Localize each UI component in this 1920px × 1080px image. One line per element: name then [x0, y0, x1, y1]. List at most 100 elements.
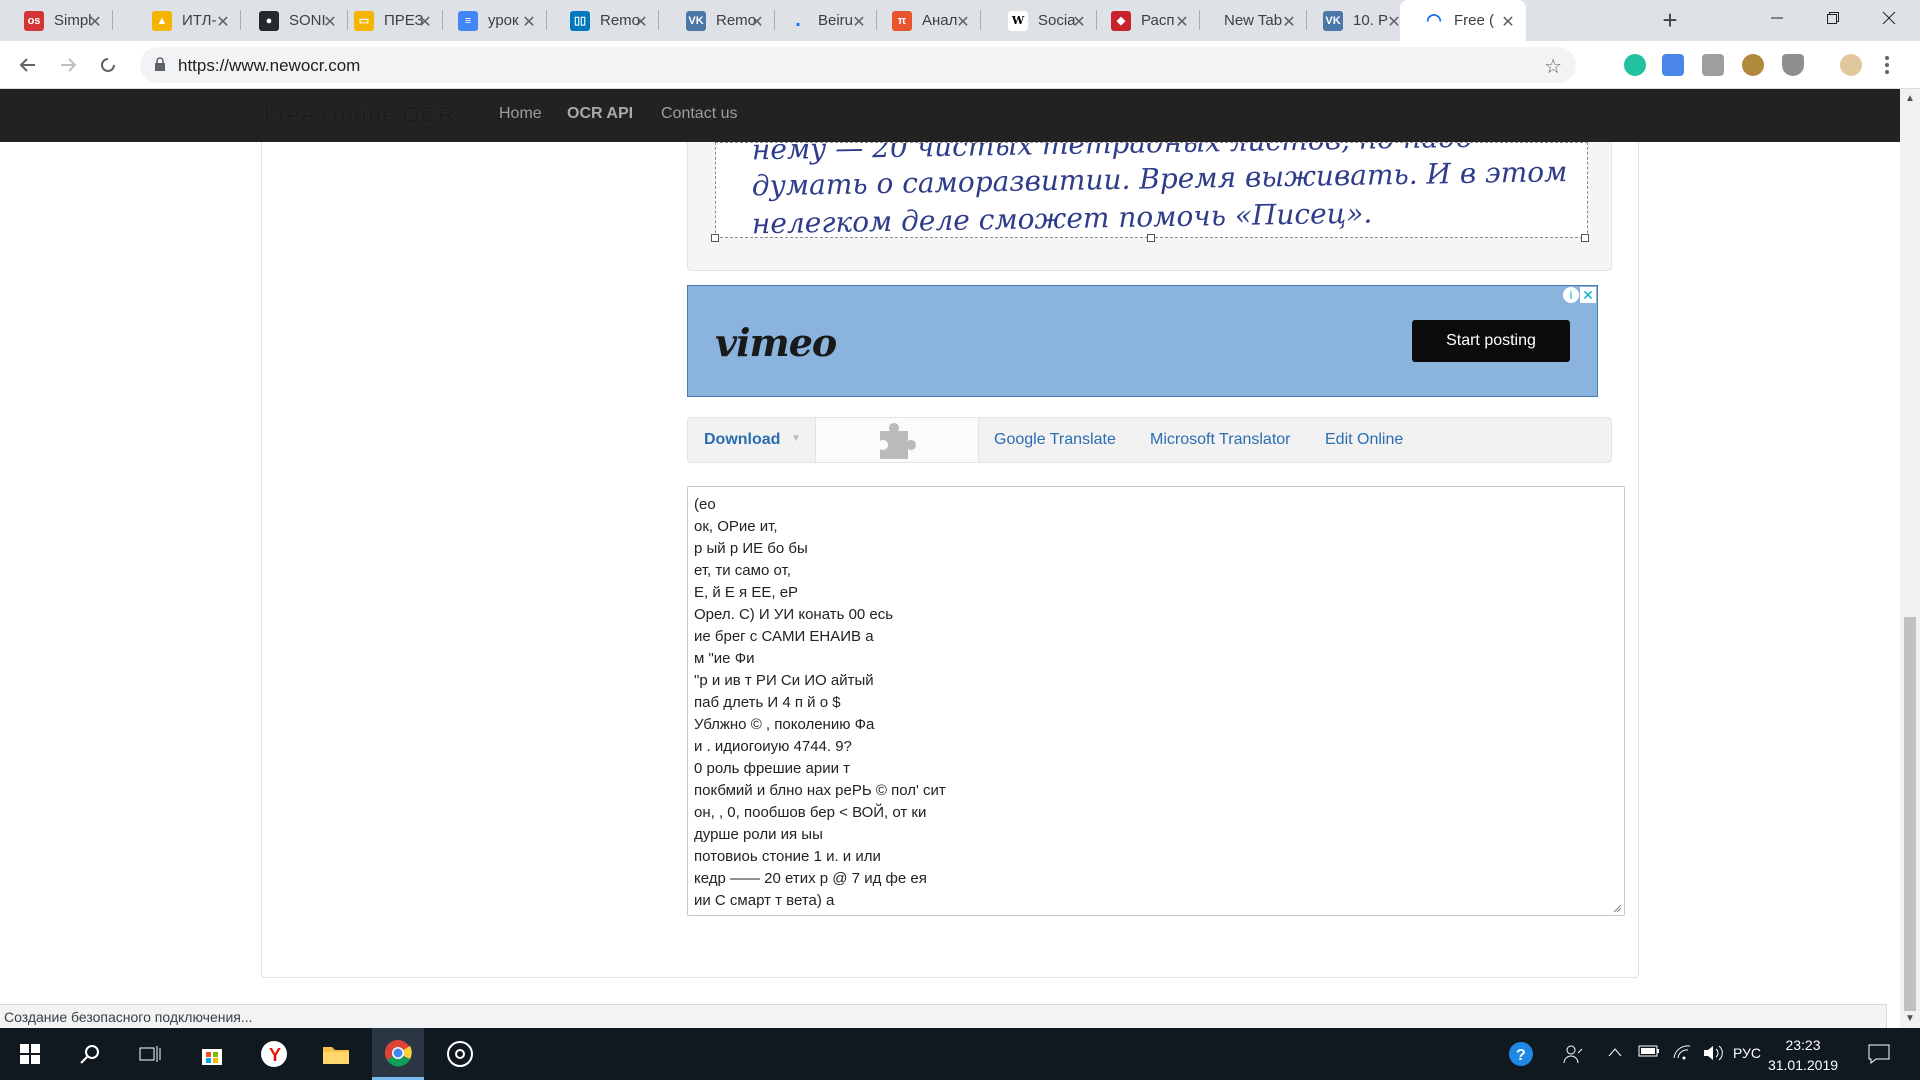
browser-tab[interactable]: ▲ ИТЛ- ✕ — [128, 0, 241, 41]
browser-tab[interactable]: New Tab ✕ — [1194, 0, 1307, 41]
browser-tab[interactable]: ≡ урок ✕ — [434, 0, 547, 41]
tab-close-icon[interactable]: ✕ — [521, 12, 537, 32]
site-brand[interactable]: Free Online OCR — [263, 102, 455, 130]
result-line: кедр —— 20 етих р @ 7 ид фе ея — [694, 870, 927, 887]
scrollbar-thumb[interactable] — [1904, 617, 1916, 1011]
taskbar-clock[interactable]: 23:23 31.01.2019 — [1758, 1035, 1848, 1075]
tab-close-icon[interactable]: ✕ — [851, 12, 867, 32]
red-app-icon: ◆ — [1111, 10, 1131, 31]
browser-tab[interactable]: ▯▯ Remo ✕ — [546, 0, 659, 41]
start-button[interactable] — [4, 1028, 56, 1080]
puzzle-piece-icon — [880, 423, 916, 459]
browser-tab[interactable]: VK Remo ✕ — [662, 0, 775, 41]
lock-icon — [155, 57, 165, 71]
result-line: покбмий и блно нах реРЬ © пол' сит — [694, 782, 946, 799]
tab-close-icon[interactable]: ✕ — [215, 12, 231, 32]
nav-ocr-api-link[interactable]: OCR API — [567, 105, 633, 123]
shield-extension-icon[interactable] — [1782, 54, 1804, 76]
svg-text:Y: Y — [269, 1045, 281, 1065]
menu-dots-icon[interactable] — [1884, 54, 1890, 76]
start-posting-button[interactable]: Start posting — [1412, 320, 1570, 362]
site-navbar: Free Online OCR Home OCR API Contact us — [0, 89, 1900, 142]
back-button[interactable] — [14, 51, 42, 79]
result-text-lines: (ео ок, ОРие ит, р ый р ИЕ бо бы ет, ти сам… — [694, 494, 1618, 912]
crop-handle[interactable] — [711, 234, 719, 242]
url-text[interactable]: https://www.newocr.com — [178, 56, 360, 76]
crop-handle[interactable] — [1147, 234, 1155, 242]
media-app[interactable] — [434, 1028, 486, 1080]
download-button[interactable]: Download — [704, 431, 780, 449]
microsoft-translator-link[interactable]: Microsoft Translator — [1150, 431, 1290, 449]
nav-home-link[interactable]: Home — [499, 105, 542, 123]
crop-selection-box[interactable]: нему — 20 чистых тетрадных листов, но на… — [715, 142, 1588, 238]
google-docs-icon: ≡ — [458, 10, 478, 31]
tab-close-icon[interactable]: ✕ — [633, 12, 649, 32]
tab-close-icon[interactable]: ✕ — [1500, 12, 1516, 32]
ad-close-icon[interactable]: ✕ — [1580, 287, 1596, 303]
input-language[interactable]: РУС — [1733, 1045, 1761, 1061]
tab-close-icon[interactable]: ✕ — [955, 12, 971, 32]
stop-loading-button[interactable] — [94, 51, 122, 79]
profile-avatar[interactable] — [1840, 54, 1862, 76]
scroll-up-icon[interactable]: ▲ — [1905, 93, 1915, 104]
yandex-browser-app[interactable]: Y — [248, 1028, 300, 1080]
volume-icon[interactable] — [1702, 1044, 1724, 1067]
tab-close-icon[interactable]: ✕ — [1174, 12, 1190, 32]
store-app[interactable] — [186, 1028, 238, 1080]
nav-contact-link[interactable]: Contact us — [661, 105, 737, 123]
resize-grip-icon[interactable] — [1612, 903, 1622, 913]
result-line: (ео — [694, 496, 716, 513]
edit-online-link[interactable]: Edit Online — [1325, 431, 1403, 449]
clock-time: 23:23 — [1785, 1037, 1821, 1053]
tab-close-icon[interactable]: ✕ — [749, 12, 765, 32]
browser-tab[interactable]: π Анал ✕ — [868, 0, 981, 41]
plugin-placeholder — [815, 418, 979, 462]
result-line: ие брег с САМИ ЕНАИВ а — [694, 628, 874, 645]
translate-extension-icon[interactable] — [1662, 54, 1684, 76]
forward-button[interactable] — [54, 51, 82, 79]
os-extension-icon[interactable] — [1702, 54, 1724, 76]
battery-icon[interactable] — [1638, 1044, 1660, 1063]
chevron-up-icon[interactable] — [1608, 1044, 1622, 1062]
browser-tab[interactable]: ▭ ПРЕЗ ✕ — [330, 0, 443, 41]
browser-tab[interactable]: . Beiru ✕ — [764, 0, 877, 41]
result-line: ет, ти само от, — [694, 562, 791, 579]
page-scrollbar[interactable]: ▲ ▼ — [1900, 89, 1920, 1028]
ocr-result-textarea[interactable]: (ео ок, ОРие ит, р ый р ИЕ бо бы ет, ти сам… — [687, 486, 1625, 916]
tab-close-icon[interactable]: ✕ — [417, 12, 433, 32]
scroll-down-icon[interactable]: ▼ — [1905, 1013, 1915, 1024]
tab-close-icon[interactable]: ✕ — [1281, 12, 1297, 32]
browser-tab[interactable]: ◠ Free (✕ — [1400, 0, 1526, 41]
extension-m-icon[interactable] — [1624, 54, 1646, 76]
restore-button[interactable] — [1810, 0, 1856, 36]
vimeo-ad-banner[interactable]: vimeo Start posting i ✕ — [687, 285, 1598, 397]
tab-title: Free ( — [1454, 12, 1494, 29]
tab-close-icon[interactable]: ✕ — [87, 12, 103, 32]
browser-tab[interactable]: os Simpl ✕ — [0, 0, 113, 41]
task-view-button[interactable] — [124, 1028, 176, 1080]
new-tab-button[interactable]: + — [1656, 6, 1684, 34]
google-drive-icon: ▲ — [152, 10, 172, 31]
chevron-down-icon[interactable]: ▼ — [791, 433, 801, 444]
address-bar[interactable]: https://www.newocr.com ☆ — [140, 47, 1576, 83]
google-translate-link[interactable]: Google Translate — [994, 431, 1116, 449]
close-window-button[interactable] — [1866, 0, 1912, 36]
chrome-app[interactable] — [372, 1028, 424, 1080]
people-icon[interactable] — [1563, 1044, 1583, 1069]
browser-tab[interactable]: VK 10. Р ✕ — [1299, 0, 1412, 41]
result-line: р ый р ИЕ бо бы — [694, 540, 808, 557]
browser-tab[interactable]: W Socia ✕ — [984, 0, 1097, 41]
extension-bowl-icon[interactable] — [1742, 54, 1764, 76]
wifi-icon[interactable] — [1672, 1044, 1692, 1065]
bookmark-star-icon[interactable]: ☆ — [1544, 54, 1562, 79]
minimize-button[interactable] — [1754, 0, 1800, 36]
ad-info-icon[interactable]: i — [1563, 287, 1579, 303]
tab-close-icon[interactable]: ✕ — [1071, 12, 1087, 32]
notification-center-icon[interactable] — [1868, 1044, 1890, 1069]
help-icon[interactable]: ? — [1508, 1041, 1534, 1072]
search-button[interactable] — [64, 1028, 116, 1080]
browser-tab[interactable]: ◆ Расп ✕ — [1087, 0, 1200, 41]
browser-tab-strip: os Simpl ✕ ▲ ИТЛ- ✕ ● SONI ✕ ▭ ПРЕЗ ✕ ≡ урок ✕ ▯▯ Remo ✕ V… — [0, 0, 1920, 41]
file-explorer-app[interactable] — [310, 1028, 362, 1080]
crop-handle[interactable] — [1581, 234, 1589, 242]
